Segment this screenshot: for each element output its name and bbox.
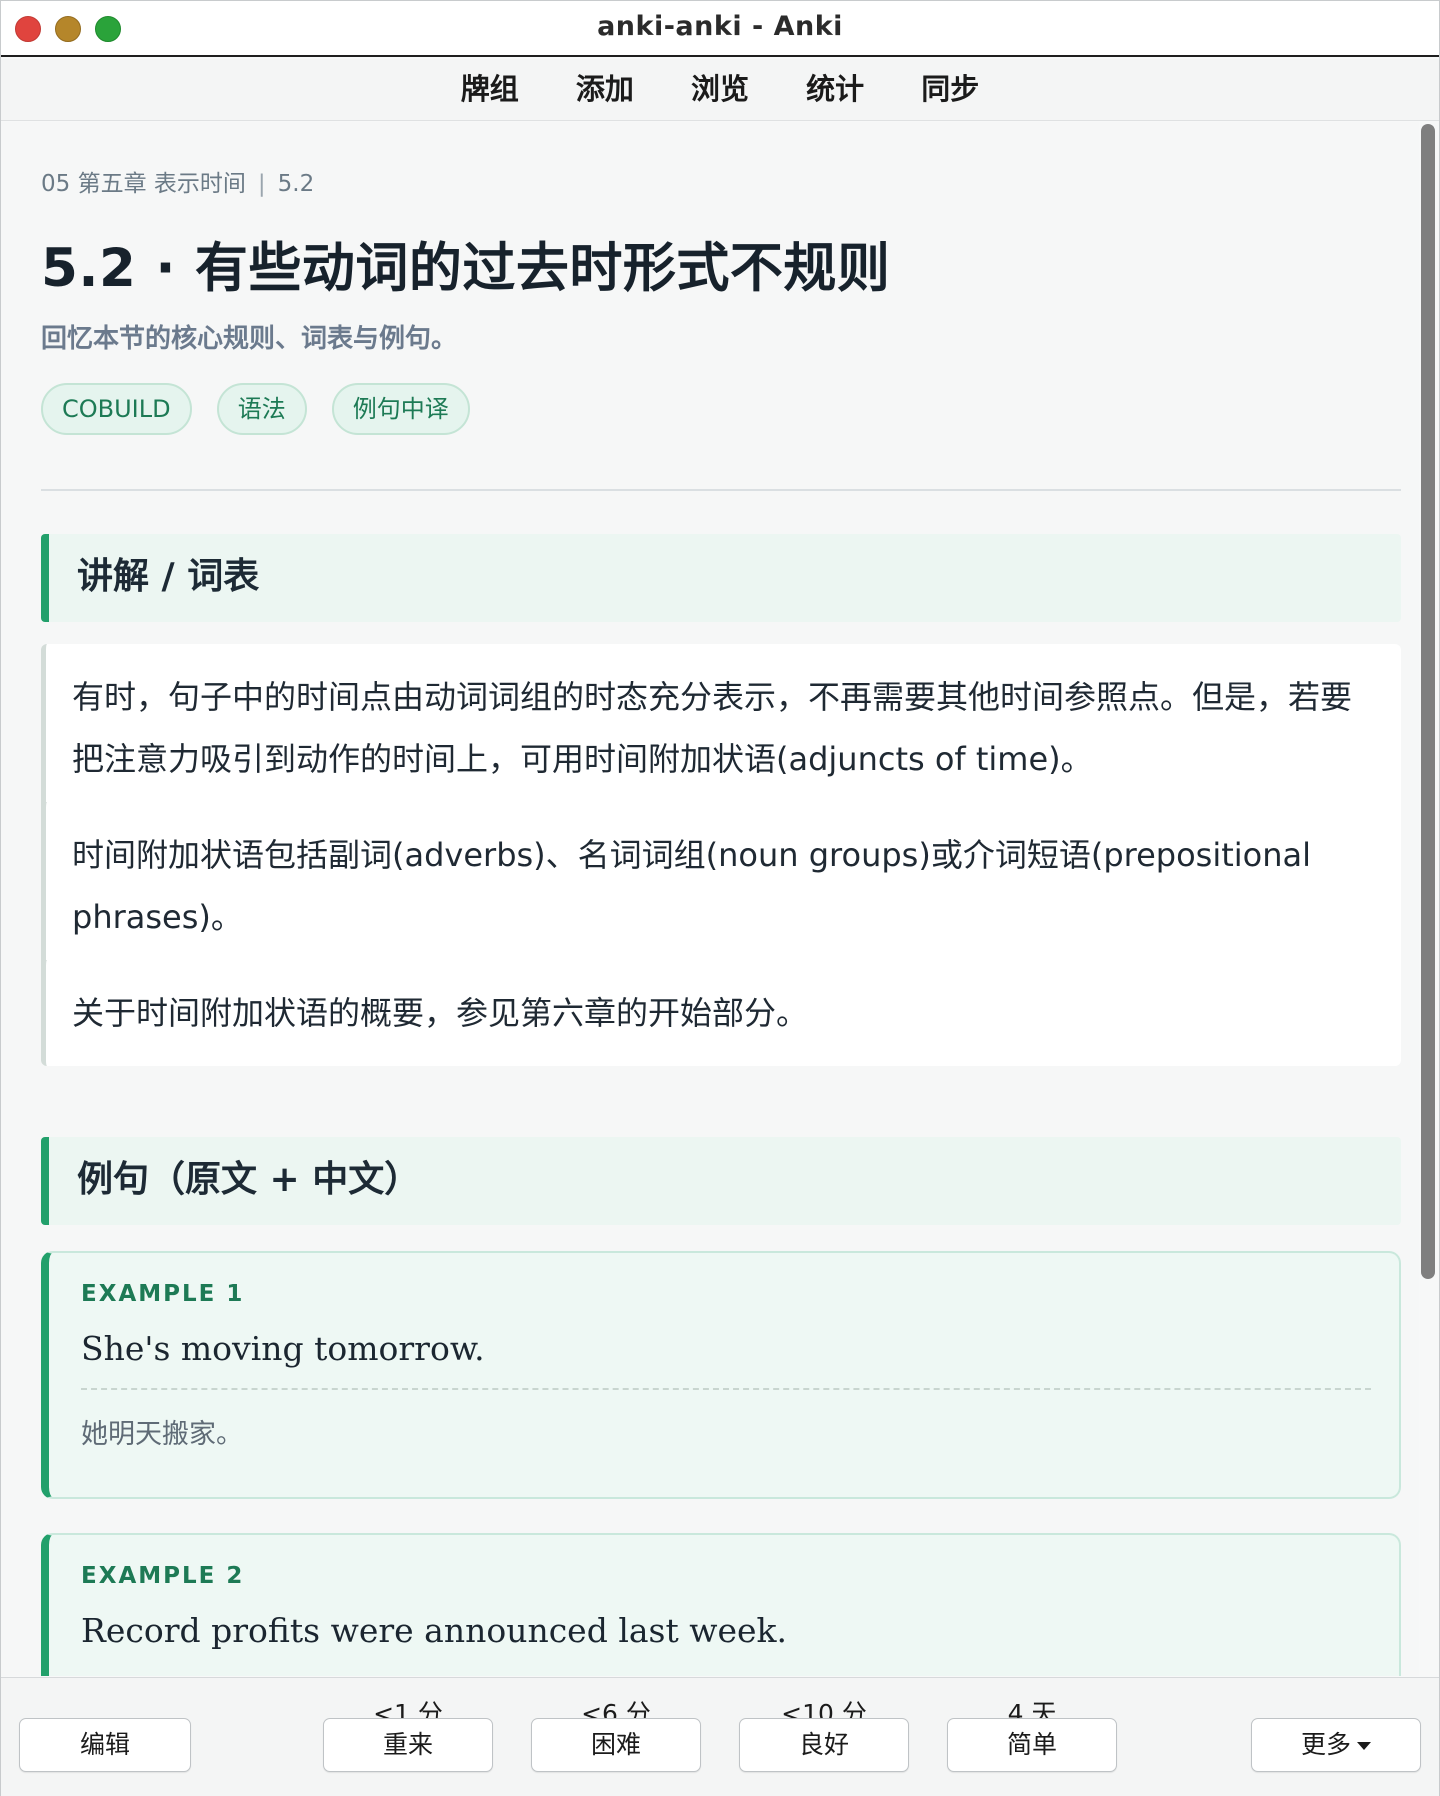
example-card: EXAMPLE 1 She's moving tomorrow. 她明天搬家。	[41, 1251, 1401, 1499]
title-bar: anki-anki - Anki	[1, 1, 1439, 57]
edit-button[interactable]: 编辑	[19, 1718, 191, 1772]
tag-list: COBUILD 语法 例句中译	[41, 383, 490, 435]
example-english: She's moving tomorrow.	[81, 1329, 485, 1368]
explanation-paragraph: 关于时间附加状语的概要，参见第六章的开始部分。	[41, 960, 1401, 1066]
more-button-label: 更多	[1300, 1730, 1351, 1759]
toolbar-sync[interactable]: 同步	[921, 59, 979, 119]
window-title: anki-anki - Anki	[597, 11, 843, 42]
main-toolbar: 牌组 添加 浏览 统计 同步	[1, 59, 1439, 121]
section-heading-explanation: 讲解 / 词表	[41, 534, 1401, 622]
example-english: Record profits were announced last week.	[81, 1611, 788, 1650]
breadcrumb-separator: |	[257, 171, 266, 197]
example-label: EXAMPLE 1	[81, 1281, 245, 1307]
explanation-paragraph: 有时，句子中的时间点由动词词组的时态充分表示，不再需要其他时间参照点。但是，若要…	[41, 644, 1401, 812]
example-divider	[81, 1388, 1371, 1390]
more-button[interactable]: 更多	[1251, 1718, 1421, 1772]
easy-button[interactable]: 简单	[947, 1718, 1117, 1772]
tag-chip: 例句中译	[331, 383, 470, 435]
toolbar-add[interactable]: 添加	[576, 59, 634, 119]
example-card: EXAMPLE 2 Record profits were announced …	[41, 1533, 1401, 1676]
review-bar: 编辑 <1 分 重来 <6 分 困难 <10 分 良好 4 天 简单 更多	[1, 1677, 1439, 1796]
card-title: 5.2 · 有些动词的过去时形式不规则	[41, 238, 891, 299]
scrollbar-thumb[interactable]	[1421, 124, 1435, 1279]
example-label: EXAMPLE 2	[81, 1563, 245, 1589]
good-button[interactable]: 良好	[739, 1718, 909, 1772]
example-chinese: 她明天搬家。	[81, 1419, 243, 1450]
breadcrumb-section: 5.2	[277, 171, 315, 197]
explanation-paragraph: 时间附加状语包括副词(adverbs)、名词词组(noun groups)或介词…	[41, 802, 1401, 970]
toolbar-browse[interactable]: 浏览	[691, 59, 749, 119]
toolbar-stats[interactable]: 统计	[806, 59, 864, 119]
hard-button[interactable]: 困难	[531, 1718, 701, 1772]
again-button[interactable]: 重来	[323, 1718, 493, 1772]
chevron-down-icon	[1357, 1742, 1371, 1750]
section-heading-examples: 例句（原文 + 中文）	[41, 1137, 1401, 1225]
card-content[interactable]: 05 第五章 表示时间 | 5.2 5.2 · 有些动词的过去时形式不规则 回忆本节…	[1, 122, 1419, 1676]
tag-chip: COBUILD	[41, 383, 192, 435]
breadcrumb-chapter: 05 第五章 表示时间	[41, 171, 246, 197]
divider	[41, 489, 1401, 491]
anki-window: anki-anki - Anki 牌组 添加 浏览 统计 同步 05 第五章 表…	[0, 0, 1440, 1796]
breadcrumb: 05 第五章 表示时间 | 5.2	[41, 164, 314, 198]
toolbar-decks[interactable]: 牌组	[461, 59, 519, 119]
tag-chip: 语法	[216, 383, 307, 435]
card-subtitle: 回忆本节的核心规则、词表与例句。	[41, 324, 458, 354]
